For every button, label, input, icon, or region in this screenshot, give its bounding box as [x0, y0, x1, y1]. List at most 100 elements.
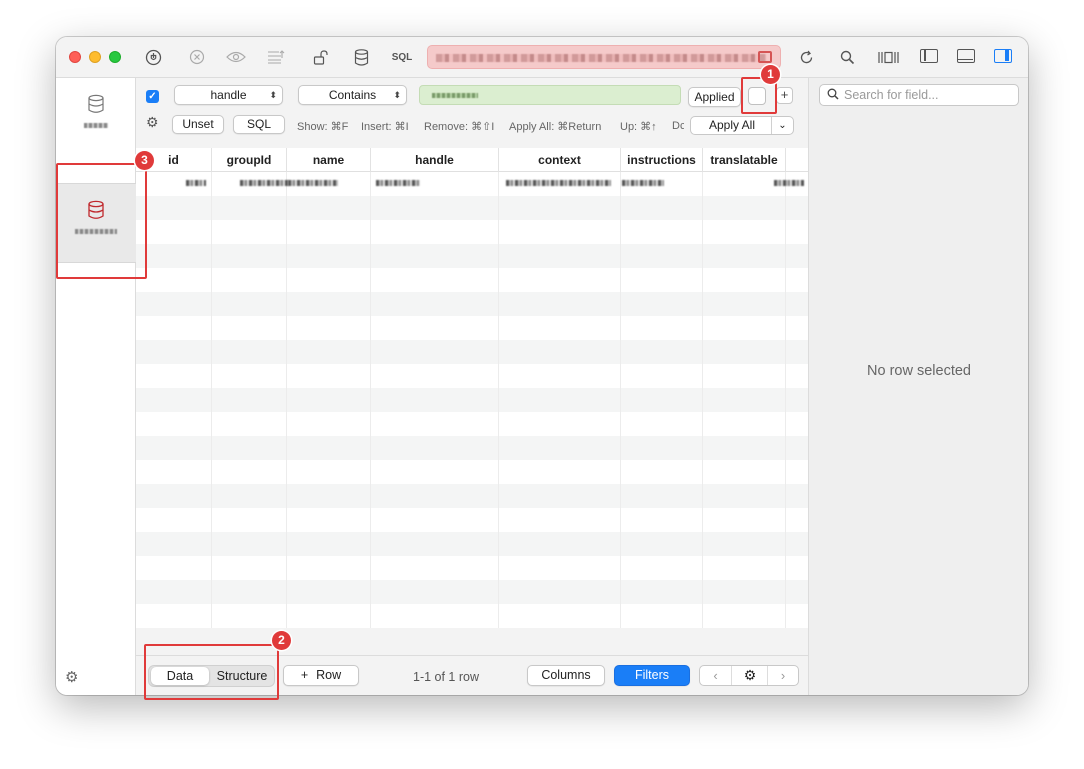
close-window-button[interactable] — [69, 51, 81, 63]
zoom-window-button[interactable] — [109, 51, 121, 63]
table-row[interactable] — [136, 196, 808, 220]
column-divider — [286, 172, 287, 628]
column-divider — [498, 172, 499, 628]
row-detail-panel: No row selected — [808, 78, 1028, 695]
table-cell[interactable] — [622, 180, 664, 186]
pagination-control: ‹ ⚙ › — [699, 665, 799, 686]
hint-apply-all: Apply All: ⌘Return — [509, 121, 602, 133]
plus-icon: + — [300, 668, 309, 682]
table-row[interactable] — [136, 268, 808, 292]
filter-enabled-checkbox[interactable]: ✓ — [146, 90, 159, 103]
plug-icon[interactable] — [143, 47, 163, 67]
unset-button[interactable]: Unset — [172, 115, 224, 134]
table-cell[interactable] — [288, 180, 338, 186]
table-header: id groupId name handle context instructions tr… — [136, 148, 808, 172]
table-row[interactable] — [136, 220, 808, 244]
chevron-updown-icon: ⬍ — [393, 90, 401, 100]
table-row[interactable] — [136, 244, 808, 268]
table-row[interactable] — [136, 508, 808, 532]
add-filter-button[interactable]: + — [776, 87, 793, 104]
connection-url-bar[interactable] — [427, 45, 781, 69]
hint-remove: Remove: ⌘⇧I — [424, 121, 495, 133]
column-header-translatable[interactable]: translatable — [703, 148, 786, 172]
settings-gear-icon[interactable]: ⚙ — [65, 668, 78, 686]
table-row[interactable] — [136, 532, 808, 556]
list-icon[interactable] — [266, 47, 286, 67]
filter-operator-select[interactable]: Contains ⬍ — [298, 85, 407, 105]
table-cell[interactable] — [376, 180, 420, 186]
apply-all-button[interactable]: Apply All ⌄ — [690, 116, 794, 135]
column-header-groupid[interactable]: groupId — [212, 148, 287, 172]
data-table: id groupId name handle context instructions tr… — [136, 148, 808, 628]
table-row[interactable] — [136, 316, 808, 340]
filter-value-input[interactable] — [419, 85, 681, 105]
row-count-text: 1-1 of 1 row — [413, 670, 480, 684]
table-row[interactable] — [136, 172, 808, 196]
close-circle-icon[interactable] — [187, 47, 207, 67]
annotation-badge-3: 3 — [135, 151, 154, 170]
left-sidebar-icon[interactable] — [920, 49, 938, 63]
filter-field-select[interactable]: handle ⬍ — [174, 85, 283, 105]
no-row-selected-text: No row selected — [867, 363, 971, 379]
bottom-panel-icon[interactable] — [957, 49, 975, 63]
connection-label — [84, 123, 108, 128]
minimize-window-button[interactable] — [89, 51, 101, 63]
search-icon[interactable] — [837, 47, 857, 67]
table-row[interactable] — [136, 412, 808, 436]
table-row[interactable] — [136, 364, 808, 388]
search-icon — [827, 88, 839, 103]
pagination-gear-icon[interactable]: ⚙ — [733, 666, 767, 685]
applied-button[interactable]: Applied — [688, 87, 741, 107]
column-header-context[interactable]: context — [499, 148, 621, 172]
filter-settings-gear-icon[interactable]: ⚙ — [146, 114, 159, 131]
unlock-icon[interactable] — [311, 47, 329, 67]
hint-down: Dc — [672, 120, 684, 132]
toolbar: SQL — [56, 37, 1028, 78]
table-row[interactable] — [136, 340, 808, 364]
chevron-down-icon[interactable]: ⌄ — [771, 117, 793, 134]
filter-sql-button[interactable]: SQL — [233, 115, 285, 134]
database-icon[interactable] — [352, 47, 370, 67]
field-search-box[interactable] — [819, 84, 1019, 106]
table-row[interactable] — [136, 604, 808, 628]
field-search-input[interactable] — [844, 87, 1014, 103]
table-row[interactable] — [136, 484, 808, 508]
table-row[interactable] — [136, 388, 808, 412]
chevron-updown-icon: ⬍ — [269, 90, 277, 100]
next-page-icon[interactable]: › — [767, 666, 798, 685]
table-row[interactable] — [136, 436, 808, 460]
app-window: SQL ⚙ ✓ handle ⬍ Contains ⬍ Applied + ⚙ … — [56, 37, 1028, 695]
annotation-badge-1: 1 — [761, 65, 780, 84]
table-cell[interactable] — [240, 180, 288, 186]
add-row-label: Row — [316, 668, 342, 682]
column-header-name[interactable]: name — [287, 148, 371, 172]
table-row[interactable] — [136, 580, 808, 604]
filter-bar: ✓ handle ⬍ Contains ⬍ Applied + ⚙ Unset … — [136, 78, 808, 148]
eye-icon[interactable] — [225, 47, 247, 67]
table-cell[interactable] — [506, 180, 611, 186]
filter-value-text — [432, 93, 478, 98]
right-sidebar-icon[interactable] — [994, 49, 1012, 63]
add-row-button[interactable]: + Row — [283, 665, 359, 686]
table-row[interactable] — [136, 460, 808, 484]
annotation-badge-2: 2 — [272, 631, 291, 650]
columns-button[interactable]: Columns — [527, 665, 605, 686]
annotation-box-2 — [144, 644, 279, 700]
previous-page-icon[interactable]: ‹ — [700, 666, 732, 685]
column-header-handle[interactable]: handle — [371, 148, 499, 172]
columns-icon[interactable] — [876, 47, 900, 67]
hint-show: Show: ⌘F — [297, 121, 349, 133]
column-header-instructions[interactable]: instructions — [621, 148, 703, 172]
sql-query-button[interactable]: SQL — [390, 47, 414, 67]
table-cell[interactable] — [774, 180, 804, 186]
filter-operator-value: Contains — [328, 88, 377, 102]
sidebar-connection-1[interactable] — [56, 78, 136, 158]
filters-button[interactable]: Filters — [614, 665, 690, 686]
table-row[interactable] — [136, 292, 808, 316]
column-divider — [370, 172, 371, 628]
refresh-icon[interactable] — [796, 47, 816, 67]
main-content: ✓ handle ⬍ Contains ⬍ Applied + ⚙ Unset … — [136, 78, 808, 695]
column-divider — [702, 172, 703, 628]
table-row[interactable] — [136, 556, 808, 580]
table-cell[interactable] — [186, 180, 206, 186]
